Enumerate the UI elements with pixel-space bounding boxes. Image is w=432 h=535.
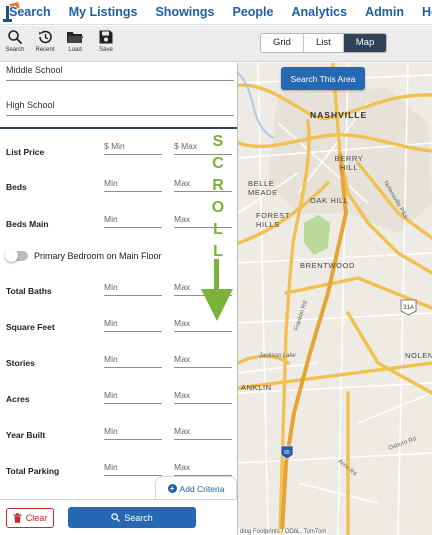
load-tool-button[interactable]: Load [61,29,89,53]
stories-label: Stories [6,358,35,368]
map-label-belle-meade: BELLE MEADE [248,179,278,197]
panel-footer: Clear Search [0,499,237,535]
map-label-berry-hill: BERRY HILL [334,154,364,172]
recent-tool-label: Recent [35,47,55,53]
primary-bedroom-label: Primary Bedroom on Main Floor [34,251,162,261]
map-label-franklin: ANKLIN [241,383,272,392]
square-feet-min-input[interactable]: Min [104,318,162,332]
save-icon [99,30,113,44]
save-tool-label: Save [99,47,113,53]
add-criteria-label: Add Criteria [179,483,225,494]
view-list-button[interactable]: List [304,34,344,52]
save-tool-button[interactable]: Save [92,29,120,53]
total-parking-label: Total Parking [6,466,60,476]
shield-31a-label: 31A [403,305,414,311]
beds-main-min-input[interactable]: Min [104,214,162,228]
view-grid-button[interactable]: Grid [261,34,304,52]
scroll-hint-letter: S [212,133,224,150]
total-parking-min-input[interactable]: Min [104,462,162,476]
section-divider [0,127,237,129]
search-tool-label: Search [5,47,25,53]
history-icon [39,30,52,44]
search-label: Search [124,512,153,523]
recent-tool-button[interactable]: Recent [31,29,59,53]
map-view[interactable]: 31A 65 Search This Area NASHVILLE BERRY … [238,63,432,535]
scroll-hint-letter: C [212,155,224,172]
add-criteria-button[interactable]: + Add Criteria [155,476,237,500]
scroll-hint-letter: O [211,199,225,216]
nav-my-listings[interactable]: My Listings [69,5,138,19]
trash-icon [13,513,22,523]
list-price-label: List Price [6,147,45,157]
view-map-button[interactable]: Map [343,34,387,52]
search-this-area-button[interactable]: Search This Area [281,67,365,90]
stories-max-input[interactable]: Max [174,354,232,368]
nav-help[interactable]: Help [422,5,432,19]
park-area [304,215,330,255]
stories-min-input[interactable]: Min [104,354,162,368]
total-baths-min-input[interactable]: Min [104,282,162,296]
beds-main-label: Beds Main [6,219,49,229]
scroll-hint-letter: R [212,177,224,194]
total-baths-label: Total Baths [6,286,52,296]
nav-people[interactable]: People [233,5,274,19]
map-label-brentwood: BRENTWOOD [300,261,355,270]
primary-bedroom-toggle-row[interactable]: Primary Bedroom on Main Floor [5,249,162,262]
acres-min-input[interactable]: Min [104,390,162,404]
arrow-down-icon [201,259,233,321]
plus-icon: + [167,484,177,493]
clear-button[interactable]: Clear [6,508,54,528]
map-label-jackson-lake: Jackson Lake [259,353,296,359]
beds-label: Beds [6,182,27,192]
search-icon [8,30,23,45]
map-label-forest-hills: FOREST HILLS [256,211,290,229]
toolbar: Search Recent Load Save Grid List Map [0,26,432,62]
clear-label: Clear [25,513,48,523]
nav-admin[interactable]: Admin [365,5,404,19]
map-label-oak-hill: OAK HILL [310,196,349,205]
map-label-nolensville: NOLEN [405,351,432,360]
scroll-hint: S C R O L L [210,131,226,263]
year-built-min-input[interactable]: Min [104,426,162,440]
map-attribution: ding Footprints / ODbL, TomTom [238,529,329,535]
folder-icon [67,32,83,43]
nav-showings[interactable]: Showings [155,5,214,19]
high-school-field[interactable]: High School [6,100,234,116]
search-tool-button[interactable]: Search [1,29,29,53]
nav-analytics[interactable]: Analytics [292,5,348,19]
top-nav: Search My Listings Showings People Analy… [0,0,432,25]
criteria-panel[interactable]: Middle School High School List Price $ M… [0,63,238,535]
list-price-min-input[interactable]: $ Min [104,141,162,155]
year-built-max-input[interactable]: Max [174,426,232,440]
primary-bedroom-toggle[interactable] [5,249,28,262]
middle-school-field[interactable]: Middle School [6,65,234,81]
load-tool-label: Load [68,47,82,53]
square-feet-label: Square Feet [6,322,55,332]
beds-min-input[interactable]: Min [104,178,162,192]
scroll-hint-letter: L [213,221,223,238]
map-canvas[interactable]: 31A 65 [238,63,432,535]
total-parking-max-input[interactable]: Max [174,462,232,476]
search-icon [111,513,121,522]
shield-65-label: 65 [284,450,290,456]
acres-label: Acres [6,394,30,404]
map-label-nashville: NASHVILLE [310,110,368,120]
acres-max-input[interactable]: Max [174,390,232,404]
search-button[interactable]: Search [68,507,196,528]
year-built-label: Year Built [6,430,46,440]
view-toggle: Grid List Map [260,33,388,53]
